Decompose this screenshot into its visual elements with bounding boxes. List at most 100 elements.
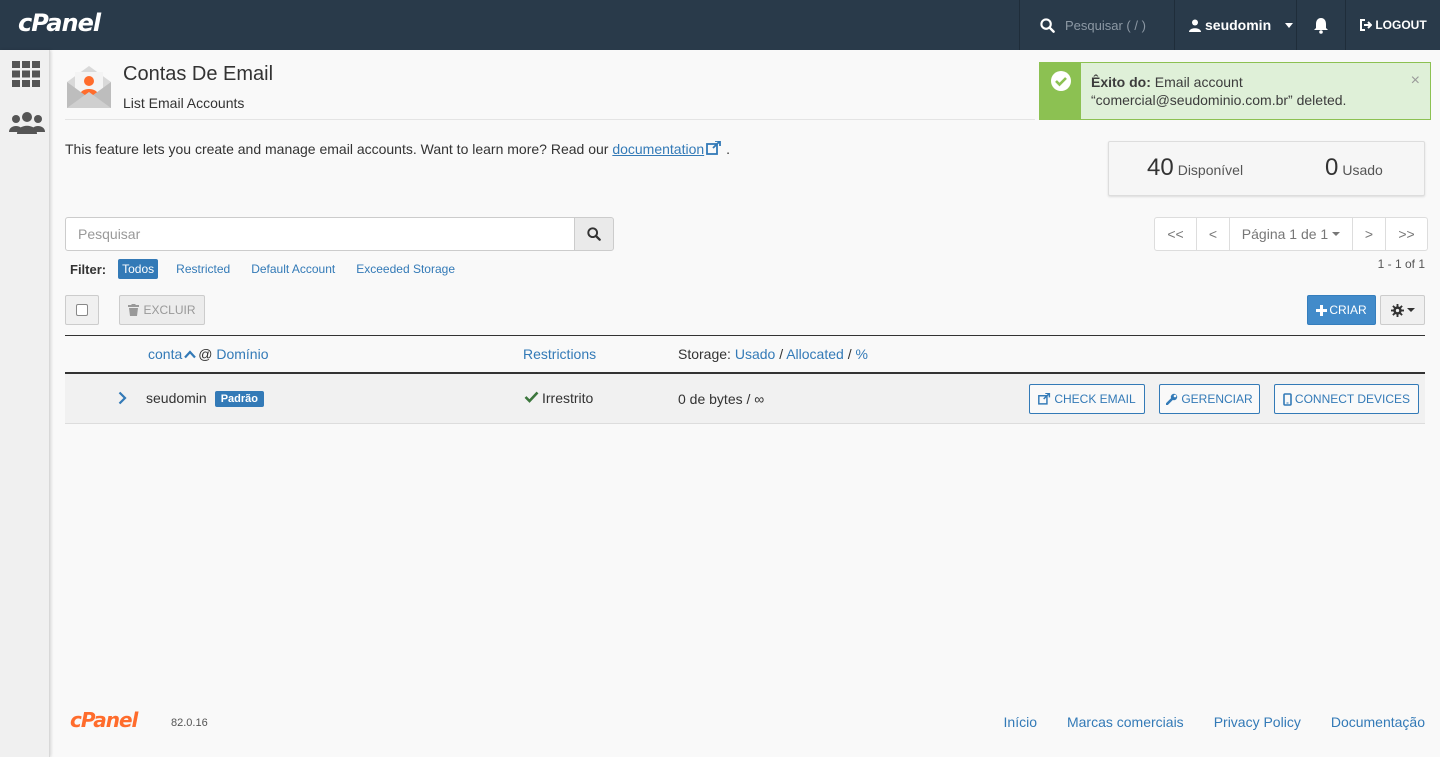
sort-storage-used[interactable]: Usado (735, 346, 775, 362)
filter-all[interactable]: Todos (118, 259, 159, 279)
logout-button[interactable]: LOGOUT (1346, 0, 1440, 50)
used-count: 0 (1325, 154, 1339, 181)
user-icon (1189, 19, 1201, 32)
connect-devices-button[interactable]: CONNECT DEVICES (1274, 384, 1419, 414)
intro-sentence: This feature lets you create and manage … (65, 141, 609, 157)
search-input[interactable]: Pesquisar (65, 217, 575, 251)
footer-links: Início Marcas comerciais Privacy Policy … (974, 714, 1425, 730)
grid-icon (12, 61, 40, 87)
mobile-icon (1283, 392, 1292, 406)
next-page-button[interactable]: > (1352, 217, 1386, 251)
create-label: CRIAR (1329, 303, 1367, 317)
version-label: 82.0.16 (171, 717, 208, 729)
top-navbar: cPanel Pesquisar ( / ) seudomin LOGOUT (0, 0, 1440, 50)
intro-end: . (726, 141, 730, 157)
check-icon (524, 391, 539, 403)
check-email-button[interactable]: CHECK EMAIL (1029, 384, 1145, 414)
filter-bar: Filter: Todos Restricted Default Account… (70, 259, 476, 279)
storage-prefix: Storage: (678, 346, 731, 362)
plus-icon (1316, 304, 1328, 316)
close-icon[interactable]: × (1411, 72, 1420, 90)
filter-default-account[interactable]: Default Account (251, 262, 335, 276)
connect-devices-label: CONNECT DEVICES (1294, 392, 1411, 406)
available-label: Disponível (1177, 162, 1244, 178)
storage-sep1: / (779, 346, 784, 362)
table-header: conta @ Domínio Restrictions Storage: Usa… (65, 336, 1425, 373)
footer-link-trademarks[interactable]: Marcas comerciais (1067, 714, 1184, 730)
filter-exceeded-storage[interactable]: Exceeded Storage (356, 262, 455, 276)
stat-available: 40 Disponível (1147, 154, 1243, 182)
cpanel-logo[interactable]: cPanel (18, 9, 101, 37)
manage-button[interactable]: GERENCIAR (1159, 384, 1260, 414)
page-label: Página 1 de 1 (1241, 226, 1329, 242)
prev-page-button[interactable]: < (1196, 217, 1230, 251)
chevron-down-icon (1406, 308, 1415, 312)
delete-button[interactable]: EXCLUIR (119, 295, 205, 325)
chevron-down-icon (1285, 22, 1294, 28)
email-accounts-icon (65, 62, 113, 113)
page-subtitle: List Email Accounts (123, 95, 245, 111)
manage-label: GERENCIAR (1181, 392, 1253, 406)
header-at: @ (198, 346, 213, 362)
storage-sep2: / (847, 346, 852, 362)
table-row: seudomin Padrão Irrestrito 0 de bytes / ∞… (65, 374, 1425, 424)
last-page-button[interactable]: >> (1385, 217, 1428, 251)
account-cell: seudomin Padrão (146, 390, 264, 408)
gear-icon (1390, 303, 1404, 317)
username: seudomin (1205, 17, 1272, 33)
footer-link-home[interactable]: Início (1004, 714, 1037, 730)
success-alert: Êxito do: Email account “comercial@seudo… (1039, 62, 1431, 120)
alert-message: Êxito do: Email account “comercial@seudo… (1091, 73, 1411, 109)
expand-row-button[interactable] (118, 391, 127, 408)
header-restrictions: Restrictions (523, 346, 596, 362)
alert-title: Êxito do: (1091, 74, 1151, 90)
search-button[interactable] (574, 217, 614, 251)
filter-label: Filter: (70, 261, 107, 277)
global-search-input[interactable]: Pesquisar ( / ) (1065, 18, 1146, 33)
alert-line2: “comercial@seudominio.com.br” deleted. (1091, 92, 1347, 108)
notifications-button[interactable] (1296, 0, 1346, 50)
sort-domain[interactable]: Domínio (216, 346, 268, 362)
intro-text: This feature lets you create and manage … (65, 140, 730, 157)
alert-icon-column (1040, 63, 1081, 119)
page-select[interactable]: Página 1 de 1 (1229, 217, 1353, 251)
sort-storage-percent[interactable]: % (855, 346, 867, 362)
sidebar-item-tools[interactable] (11, 59, 41, 89)
sort-storage-allocated[interactable]: Allocated (786, 346, 844, 362)
logout-label: LOGOUT (1375, 18, 1427, 32)
check-circle-icon (1050, 71, 1071, 91)
chevron-up-icon (184, 350, 197, 359)
logout-icon (1360, 19, 1373, 31)
first-page-button[interactable]: << (1154, 217, 1197, 251)
restriction-value: Irrestrito (542, 390, 594, 406)
account-name: seudomin (146, 390, 207, 406)
footer-link-documentation[interactable]: Documentação (1331, 714, 1425, 730)
global-search[interactable]: Pesquisar ( / ) (1019, 0, 1173, 50)
stat-used: 0 Usado (1325, 154, 1383, 182)
footer-logo[interactable]: cPanel (70, 708, 138, 732)
result-range: 1 - 1 of 1 (1377, 257, 1425, 271)
bell-icon (1314, 17, 1328, 34)
sidebar-item-users[interactable] (9, 108, 45, 138)
users-icon (9, 112, 45, 134)
sort-account[interactable]: conta (148, 346, 182, 362)
create-button[interactable]: CRIAR (1307, 295, 1376, 325)
external-link-icon (1038, 393, 1051, 405)
trash-icon (128, 304, 140, 316)
footer-link-privacy[interactable]: Privacy Policy (1214, 714, 1301, 730)
pagination: << < Página 1 de 1 > >> (1154, 217, 1428, 251)
user-menu[interactable]: seudomin (1174, 0, 1296, 50)
settings-dropdown[interactable] (1380, 295, 1425, 325)
documentation-link[interactable]: documentation (612, 141, 704, 157)
select-all-checkbox[interactable] (65, 295, 99, 325)
external-link-icon (706, 140, 722, 155)
sidebar (0, 50, 50, 757)
sort-restrictions[interactable]: Restrictions (523, 346, 596, 362)
checkbox-box (76, 304, 88, 316)
default-badge: Padrão (214, 391, 264, 407)
filter-restricted[interactable]: Restricted (176, 262, 230, 276)
header-account-domain: conta @ Domínio (148, 346, 269, 362)
page-title: Contas De Email (123, 63, 274, 85)
storage-value: 0 de bytes / ∞ (678, 391, 765, 407)
alert-line1: Email account (1154, 74, 1243, 90)
